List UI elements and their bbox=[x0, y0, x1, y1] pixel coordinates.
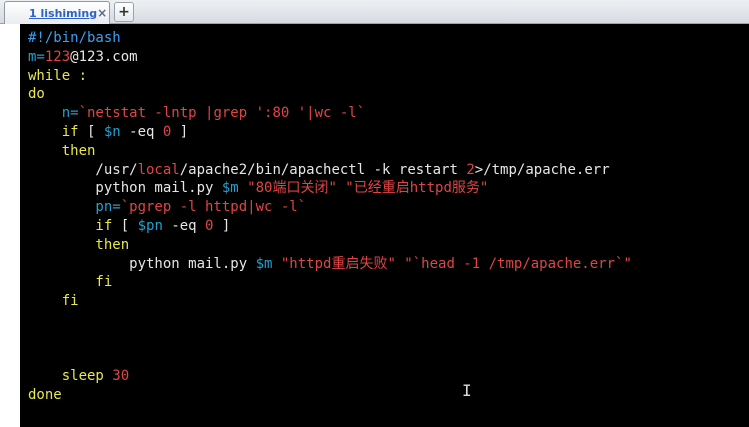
code-token: ] bbox=[213, 217, 231, 234]
code-token: `pgrep -l httpd|wc -l` bbox=[120, 199, 307, 216]
code-token: `netstat -lntp |grep ':80 '|wc -l` bbox=[78, 105, 366, 122]
code-token: 123 bbox=[44, 48, 71, 65]
code-token: /apache2/bin/apachectl bbox=[179, 161, 374, 178]
code-token: fi bbox=[28, 293, 79, 310]
code-token: n= bbox=[28, 105, 79, 122]
code-line: done bbox=[28, 386, 632, 405]
tab-lishiming[interactable]: 1 lishiming × bbox=[4, 1, 110, 24]
plus-icon: + bbox=[118, 4, 130, 20]
code-token: if bbox=[28, 123, 79, 140]
code-token: done bbox=[28, 387, 62, 404]
code-line: then bbox=[28, 142, 632, 161]
code-token: [ bbox=[78, 123, 104, 140]
code-token: @123.com bbox=[70, 48, 138, 65]
code-line: fi bbox=[28, 292, 632, 311]
code-line: pn=`pgrep -l httpd|wc -l` bbox=[28, 198, 632, 217]
code-token: "80端口关闭" "已经重启httpd服务" bbox=[238, 180, 489, 197]
code-token: python mail.py bbox=[28, 180, 222, 197]
code-token: $n bbox=[103, 123, 121, 140]
tab-bar: 1 lishiming × + bbox=[0, 0, 749, 24]
code-token: ] bbox=[171, 123, 189, 140]
code-line: then bbox=[28, 236, 632, 255]
code-token: do bbox=[28, 86, 45, 103]
code-token: /usr/ bbox=[28, 161, 138, 178]
code-line: sleep 30 bbox=[28, 367, 632, 386]
code-token: $m bbox=[255, 255, 273, 272]
terminal-editor[interactable]: #!/bin/bash m=123@123.com while : do n=`net… bbox=[20, 24, 749, 427]
code-line: #!/bin/bash bbox=[28, 29, 632, 48]
code-token: -k bbox=[373, 161, 391, 178]
terminal-window: 1 lishiming × + #!/bin/bash m=123@123.com… bbox=[0, 0, 749, 427]
new-tab-button[interactable]: + bbox=[114, 2, 134, 22]
code-token: sleep bbox=[28, 368, 113, 385]
code-line: n=`netstat -lntp |grep ':80 '|wc -l` bbox=[28, 104, 632, 123]
code-line: fi bbox=[28, 273, 632, 292]
code-token: then bbox=[28, 236, 130, 253]
code-token: "httpd重启失败" "`head -1 /tmp/apache.err`" bbox=[272, 255, 632, 272]
code-line: while : bbox=[28, 67, 632, 86]
left-margin bbox=[0, 24, 20, 427]
code-token: [ bbox=[112, 217, 138, 234]
code-line: m=123@123.com bbox=[28, 48, 632, 67]
close-icon[interactable]: × bbox=[97, 7, 107, 19]
code-token: while : bbox=[28, 67, 88, 84]
code-token: 30 bbox=[112, 368, 130, 385]
code-token: fi bbox=[28, 274, 113, 291]
code-token: if bbox=[28, 217, 113, 234]
code-token: m= bbox=[28, 48, 45, 65]
code-token: #!/bin/bash bbox=[28, 30, 121, 46]
code-token: then bbox=[28, 142, 96, 159]
code-token: pn= bbox=[28, 199, 121, 216]
code-content[interactable]: #!/bin/bash m=123@123.com while : do n=`net… bbox=[28, 29, 632, 405]
code-line: /usr/local/apache2/bin/apachectl -k rest… bbox=[28, 161, 632, 180]
code-line: python mail.py $m "80端口关闭" "已经重启httpd服务" bbox=[28, 179, 632, 198]
code-line: do bbox=[28, 85, 632, 104]
code-token: -eq bbox=[120, 123, 163, 140]
code-token: local bbox=[137, 161, 180, 178]
code-line: if [ $n -eq 0 ] bbox=[28, 123, 632, 142]
code-token: >/tmp/apache.err bbox=[474, 161, 610, 178]
code-token: 2 bbox=[466, 161, 475, 178]
tab-label: 1 lishiming bbox=[29, 6, 98, 20]
code-token: $m bbox=[221, 180, 239, 197]
text-cursor-icon: I bbox=[462, 381, 472, 400]
code-line: if [ $pn -eq 0 ] bbox=[28, 217, 632, 236]
code-token: restart bbox=[390, 161, 467, 178]
code-line: python mail.py $m "httpd重启失败" "`head -1 … bbox=[28, 255, 632, 274]
code-token: python mail.py bbox=[28, 255, 256, 272]
code-token: -eq bbox=[162, 217, 206, 234]
code-token: $pn bbox=[137, 217, 163, 234]
